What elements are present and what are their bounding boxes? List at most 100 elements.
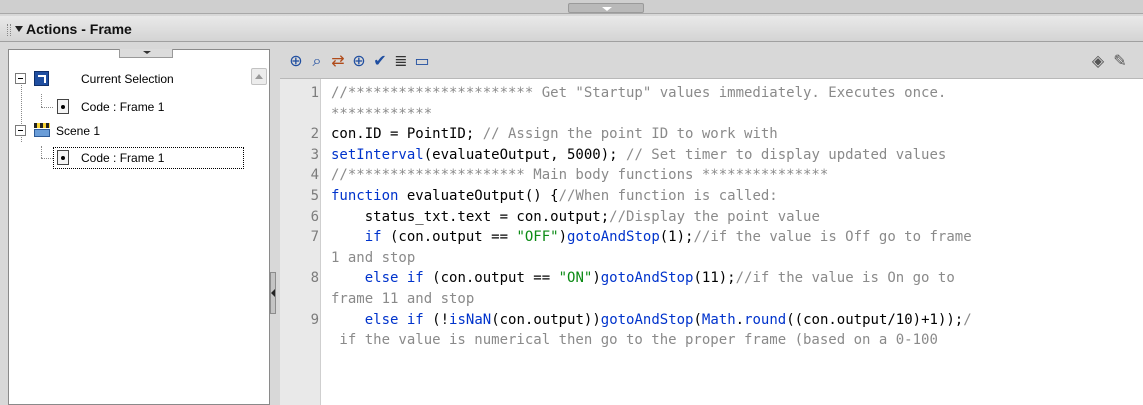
code-token: ((con.output/10)+1)); [786, 311, 964, 328]
collapse-icon[interactable] [15, 125, 26, 136]
code-token: (11); [693, 270, 736, 287]
tree-item-code-frame[interactable]: Code : Frame 1 [9, 96, 249, 118]
code-token: (con.output == [423, 270, 559, 287]
code-text: else if (con.output == "ON")gotoAndStop(… [331, 268, 955, 288]
replace-icon[interactable]: ⇄ [328, 51, 348, 71]
code-token: evaluateOutput() { [398, 188, 559, 204]
collapse-triangle-icon[interactable] [15, 26, 23, 32]
code-line[interactable]: 6 status_txt.text = con.output;//Display… [280, 207, 1143, 227]
code-token: function [331, 188, 399, 204]
code-token: ( [693, 311, 702, 328]
code-line[interactable]: frame 11 and stop [280, 289, 1143, 309]
collapse-panel-grip[interactable] [568, 3, 644, 13]
code-token: // Assign the point ID to work with [482, 126, 778, 143]
tree-item-code-frame-selected[interactable]: Code : Frame 1 [53, 147, 244, 169]
code-token: else if [364, 311, 424, 328]
debug-options-icon[interactable]: ◈ [1088, 51, 1108, 71]
line-number: 3 [310, 146, 319, 163]
code-token: "OFF" [516, 229, 559, 246]
collapse-navigator-handle[interactable] [270, 272, 276, 314]
actions-toolbar: ⊕ ⌕ ⇄ ⊕ ✔ ≣ ▭ ◈ ✎ [280, 46, 1143, 78]
line-number: 7 [310, 229, 319, 246]
find-icon[interactable]: ⌕ [307, 51, 327, 71]
code-token: round [744, 311, 787, 328]
check-syntax-icon[interactable]: ✔ [370, 51, 390, 71]
scene-clapperboard-icon [34, 123, 50, 137]
code-token: //Display the point value [609, 208, 820, 225]
collapse-navigator-tab[interactable] [119, 49, 173, 58]
code-token: //When function is called: [558, 188, 778, 204]
code-line[interactable]: 1 and stop [280, 248, 1143, 268]
panel-title: Actions - Frame [26, 21, 132, 37]
code-text: frame 11 and stop [331, 289, 474, 309]
line-number: 4 [310, 167, 319, 184]
code-token: if the value is numerical then go to the… [331, 332, 938, 349]
code-token: // Set timer to display updated values [626, 146, 947, 163]
code-token: gotoAndStop [600, 311, 694, 328]
code-token: ************ [331, 105, 433, 122]
tree-item-current-selection[interactable]: Current Selection [9, 68, 249, 90]
code-token: ) [592, 270, 601, 287]
code-token: frame 11 and stop [331, 291, 475, 307]
code-text: status_txt.text = con.output;//Display t… [331, 207, 820, 227]
code-line[interactable]: 9 else if (!isNaN(con.output))gotoAndSto… [280, 310, 1143, 330]
line-number: 2 [310, 126, 319, 143]
code-text: function evaluateOutput() {//When functi… [331, 186, 778, 206]
code-token: if [364, 229, 382, 246]
code-token: gotoAndStop [600, 270, 694, 287]
code-token: con.ID = PointID; [331, 126, 483, 143]
panel-title-bar[interactable]: Actions - Frame [0, 16, 1143, 42]
code-text: 1 and stop [331, 248, 415, 268]
code-line[interactable]: 8 else if (con.output == "ON")gotoAndSto… [280, 268, 1143, 288]
tree-item-label: Code : Frame 1 [81, 151, 165, 165]
code-token: (! [423, 311, 450, 328]
code-text: setInterval(evaluateOutput, 5000); // Se… [331, 145, 946, 165]
gripper-icon[interactable] [7, 24, 11, 36]
code-token: //if the value is On go to [735, 270, 955, 287]
tree-item-label: Current Selection [81, 72, 174, 86]
tree-item-label: Scene 1 [56, 124, 101, 138]
scroll-up-button[interactable] [251, 68, 267, 85]
line-number: 5 [310, 188, 319, 204]
code-token: else if [364, 270, 424, 287]
code-line[interactable]: 5 function evaluateOutput() {//When funct… [280, 186, 1143, 206]
tree-item-scene[interactable]: Scene 1 [9, 120, 249, 142]
code-token: (1); [659, 229, 694, 246]
script-editor[interactable]: 1 //********************** Get "Startup" … [280, 78, 1143, 405]
auto-format-icon[interactable]: ≣ [391, 51, 411, 71]
code-line[interactable]: if the value is numerical then go to the… [280, 330, 1143, 350]
line-number: 8 [310, 270, 319, 287]
frame-icon [57, 150, 69, 165]
add-statement-icon[interactable]: ⊕ [286, 51, 306, 71]
code-token: //if the value is Off go to frame [693, 229, 972, 246]
code-line[interactable]: 1 //********************** Get "Startup" … [280, 83, 1143, 103]
panel-top-strip [0, 0, 1143, 14]
code-token: / [963, 311, 972, 328]
panel-splitter[interactable] [270, 49, 278, 405]
code-token: gotoAndStop [567, 229, 660, 246]
tree-connector [41, 146, 42, 158]
code-line[interactable]: 3 setInterval(evaluateOutput, 5000); // S… [280, 145, 1143, 165]
code-token: (con.output)) [491, 311, 601, 328]
code-line[interactable]: ************ [280, 104, 1143, 124]
code-line[interactable]: 2 con.ID = PointID; // Assign the point I… [280, 124, 1143, 144]
collapse-icon[interactable] [15, 73, 26, 84]
code-token: setInterval [331, 146, 424, 163]
code-token: //********************* Main body functi… [331, 167, 829, 184]
line-number: 6 [310, 208, 319, 225]
code-token: (con.output == [381, 229, 517, 246]
code-token: (evaluateOutput, 5000); [423, 146, 627, 163]
code-token: Math [701, 311, 736, 328]
code-line[interactable]: 7 if (con.output == "OFF")gotoAndStop(1)… [280, 227, 1143, 247]
insert-target-path-icon[interactable]: ⊕ [349, 51, 369, 71]
script-assist-icon[interactable]: ✎ [1110, 51, 1130, 71]
show-code-hint-icon[interactable]: ▭ [412, 51, 432, 71]
code-line[interactable]: 4 //********************* Main body funct… [280, 165, 1143, 185]
code-token: 1 and stop [331, 249, 416, 266]
line-number: 1 [310, 85, 319, 101]
code-token: status_txt.text = con.output; [331, 208, 610, 225]
code-text: //********************** Get "Startup" v… [331, 83, 946, 103]
